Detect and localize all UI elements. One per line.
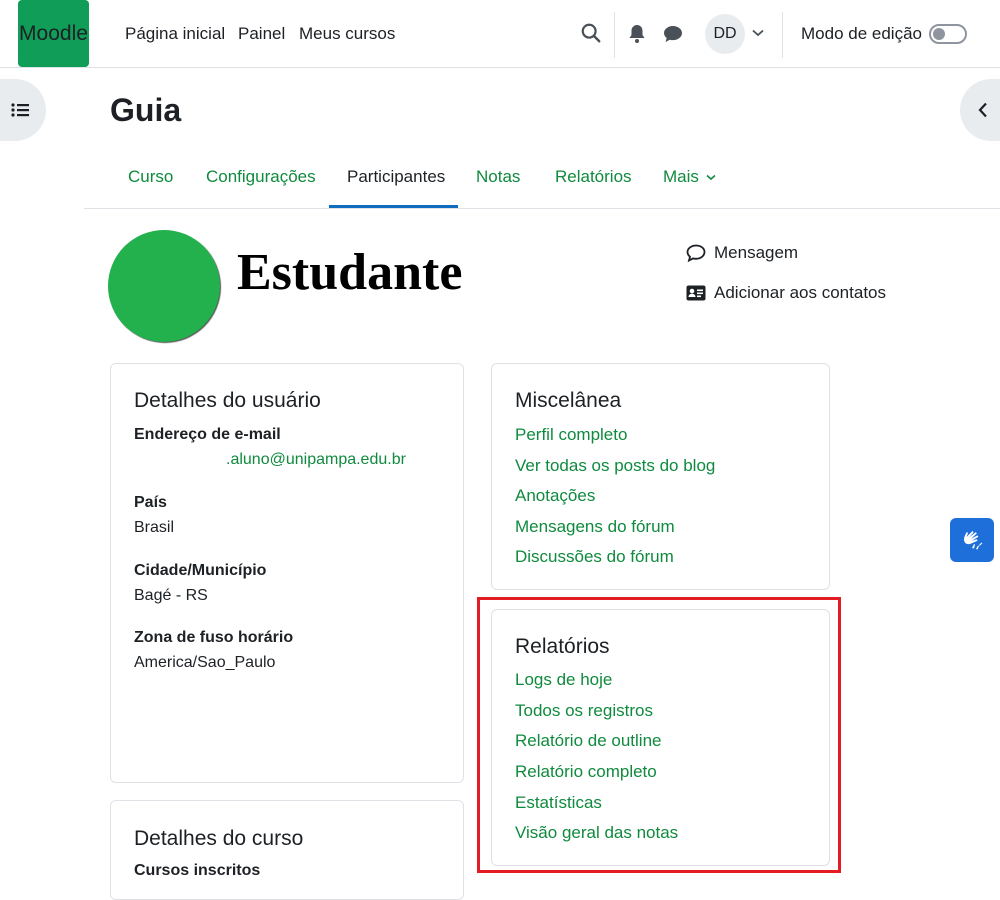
chevron-down-icon <box>706 174 716 181</box>
country-label: País <box>134 494 167 511</box>
block-drawer-button[interactable] <box>960 79 1000 141</box>
misc-card: Miscelânea Perfil completo Ver todas os … <box>491 363 830 590</box>
add-contact-button[interactable]: Adicionar aos contatos <box>686 283 886 303</box>
tab-grades[interactable]: Notas <box>476 167 520 187</box>
city-value: Bagé - RS <box>134 587 208 604</box>
message-label: Mensagem <box>714 243 799 262</box>
list-icon <box>10 100 30 120</box>
timezone-label: Zona de fuso horário <box>134 629 294 646</box>
address-card-icon <box>686 285 706 301</box>
nav-link-home[interactable]: Página inicial <box>125 24 225 44</box>
misc-link-forum-posts[interactable]: Mensagens do fórum <box>515 517 675 537</box>
add-contact-label: Adicionar aos contatos <box>714 283 886 302</box>
user-avatar[interactable]: DD <box>705 14 745 54</box>
email-link[interactable]: .aluno@unipampa.edu.br <box>226 451 406 469</box>
edit-mode-label: Modo de edição <box>801 24 922 43</box>
tab-more-label: Mais <box>663 167 699 186</box>
search-icon[interactable] <box>578 20 604 46</box>
timezone-value: America/Sao_Paulo <box>134 654 276 671</box>
chat-bubble-icon[interactable] <box>661 22 685 46</box>
profile-name: Estudante <box>237 244 463 301</box>
chevron-down-icon[interactable] <box>750 25 766 41</box>
misc-link-forum-discussions[interactable]: Discussões do fórum <box>515 547 674 567</box>
misc-title: Miscelânea <box>515 389 622 412</box>
email-label: Endereço de e-mail <box>134 426 281 443</box>
navbar-divider <box>614 12 615 58</box>
misc-link-full-profile[interactable]: Perfil completo <box>515 425 627 445</box>
navbar-divider <box>782 12 783 58</box>
accessibility-button[interactable] <box>950 518 994 562</box>
course-details-card: Detalhes do curso Cursos inscritos <box>110 800 464 900</box>
tab-participants[interactable]: Participantes <box>347 167 445 187</box>
city-label: Cidade/Município <box>134 562 267 579</box>
course-details-title: Detalhes do curso <box>134 827 304 850</box>
active-tab-indicator <box>329 205 458 208</box>
bell-icon[interactable] <box>626 22 648 46</box>
user-details-card: Detalhes do usuário Endereço de e-mail .… <box>110 363 464 783</box>
edit-mode-toggle[interactable] <box>929 24 967 44</box>
highlight-box <box>477 597 841 873</box>
user-details-title: Detalhes do usuário <box>134 389 321 412</box>
secondary-navigation: Curso Configurações Participantes Notas … <box>84 148 1000 209</box>
tab-settings[interactable]: Configurações <box>206 167 316 187</box>
tab-course[interactable]: Curso <box>128 167 173 187</box>
toggle-knob <box>933 28 945 40</box>
country-value: Brasil <box>134 519 175 536</box>
chat-outline-icon <box>686 244 706 262</box>
misc-link-notes[interactable]: Anotações <box>515 486 595 506</box>
moodle-logo[interactable]: Moodle <box>18 0 89 67</box>
tab-reports[interactable]: Relatórios <box>555 167 632 187</box>
top-navbar: Moodle Página inicial Painel Meus cursos… <box>0 0 1000 68</box>
enrolled-courses-label: Cursos inscritos <box>134 862 261 879</box>
chevron-left-icon <box>974 100 992 120</box>
page-title: Guia <box>110 92 182 128</box>
nav-link-my-courses[interactable]: Meus cursos <box>299 24 395 44</box>
tab-more[interactable]: Mais <box>663 167 716 187</box>
course-index-drawer-button[interactable] <box>0 79 46 141</box>
nav-link-dashboard[interactable]: Painel <box>238 24 285 44</box>
profile-picture <box>108 230 220 342</box>
sign-language-icon <box>964 531 983 550</box>
misc-link-blog-posts[interactable]: Ver todas os posts do blog <box>515 456 715 476</box>
message-button[interactable]: Mensagem <box>686 243 798 263</box>
